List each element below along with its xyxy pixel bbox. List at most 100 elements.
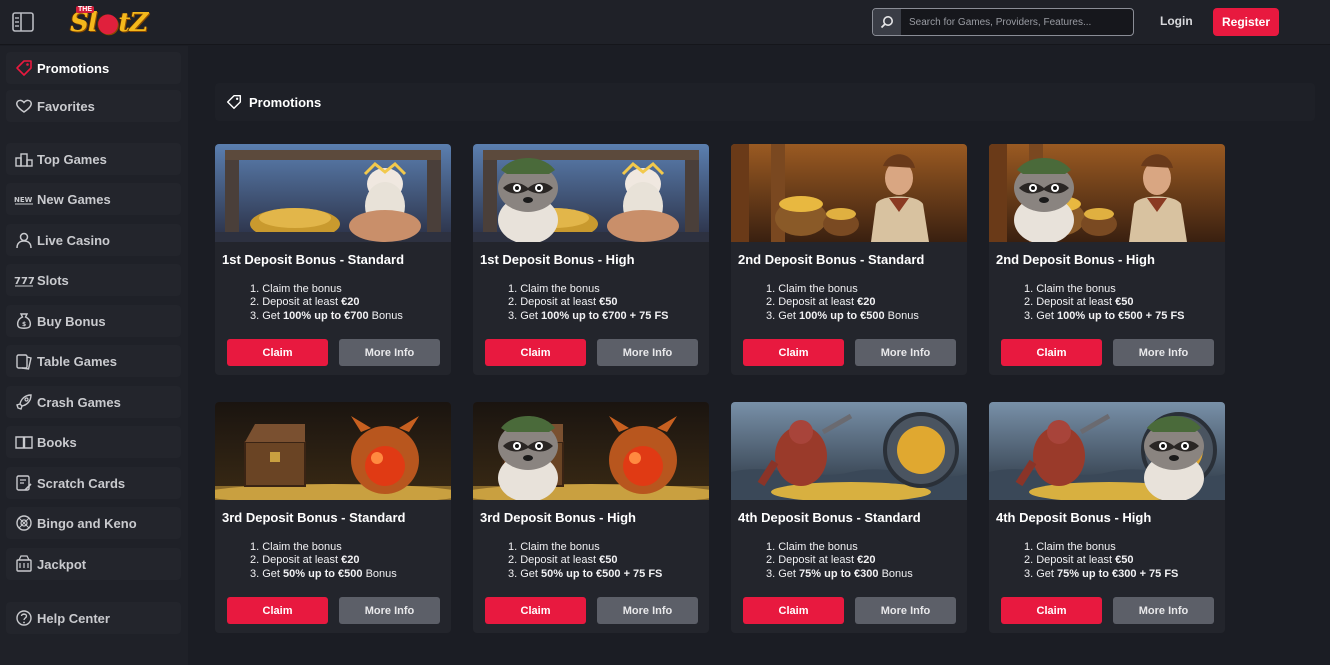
promotion-title: 4th Deposit Bonus - Standard: [738, 510, 921, 525]
more-info-button[interactable]: More Info: [597, 597, 698, 624]
promotion-steps: 1. Claim the bonus 2. Deposit at least €5…: [1024, 541, 1178, 581]
more-info-button[interactable]: More Info: [1113, 339, 1214, 366]
promotion-card: 4th Deposit Bonus - Standard 1. Claim the…: [731, 402, 967, 633]
tag-icon: [16, 60, 32, 76]
promotion-card: 4th Deposit Bonus - High 1. Claim the bon…: [989, 402, 1225, 633]
sidebar-item-top-games[interactable]: Top Games: [6, 143, 181, 175]
sidebar-item-bingo-and-keno[interactable]: Bingo and Keno: [6, 507, 181, 539]
promotion-image[interactable]: [473, 144, 709, 242]
sidebar-item-label: Help Center: [37, 610, 110, 626]
sidebar-item-label: Promotions: [37, 60, 110, 76]
sidebar-item-promotions[interactable]: Promotions: [6, 52, 181, 84]
promotion-image[interactable]: [215, 144, 451, 242]
step-deposit: 2. Deposit at least €50: [508, 296, 618, 309]
step-claim: 1. Claim the bonus: [1024, 541, 1116, 553]
sidebar-item-label: Table Games: [37, 353, 117, 369]
sidebar-item-help-center[interactable]: Help Center: [6, 602, 181, 634]
promotion-card: 2nd Deposit Bonus - High 1. Claim the bon…: [989, 144, 1225, 375]
step-claim: 1. Claim the bonus: [250, 541, 342, 553]
more-info-button[interactable]: More Info: [1113, 597, 1214, 624]
claim-button[interactable]: Claim: [485, 597, 586, 624]
sidebar-toggle-icon[interactable]: [12, 12, 34, 32]
step-claim: 1. Claim the bonus: [766, 283, 858, 295]
step-claim: 1. Claim the bonus: [766, 541, 858, 553]
claim-button[interactable]: Claim: [743, 339, 844, 366]
sidebar-item-scratch-cards[interactable]: Scratch Cards: [6, 467, 181, 499]
more-info-button[interactable]: More Info: [339, 339, 440, 366]
main-content: Promotions 1st Deposit Bonus - Standard 1…: [188, 46, 1330, 665]
step-offer: 3. Get 50% up to €500 Bonus: [250, 567, 397, 580]
sidebar-item-label: Bingo and Keno: [37, 515, 137, 531]
step-offer: 3. Get 100% up to €700 Bonus: [250, 309, 403, 322]
promotion-steps: 1. Claim the bonus 2. Deposit at least €2…: [250, 283, 403, 323]
sidebar-item-books[interactable]: Books: [6, 426, 181, 458]
sidebar-item-slots[interactable]: 777 Slots: [6, 264, 181, 296]
cards-icon: [16, 354, 32, 370]
rocket-icon: [16, 394, 32, 410]
step-offer: 3. Get 100% up to €500 Bonus: [766, 309, 919, 322]
step-offer: 3. Get 75% up to €300 Bonus: [766, 567, 913, 580]
money-bag-icon: $: [16, 313, 32, 329]
promotion-image[interactable]: [731, 144, 967, 242]
promotion-card: 3rd Deposit Bonus - Standard 1. Claim the…: [215, 402, 451, 633]
step-deposit: 2. Deposit at least €20: [766, 296, 876, 309]
login-button[interactable]: Login: [1160, 14, 1193, 28]
promotion-title: 3rd Deposit Bonus - High: [480, 510, 636, 525]
claim-button[interactable]: Claim: [1001, 339, 1102, 366]
sidebar-item-label: Slots: [37, 272, 69, 288]
promotion-steps: 1. Claim the bonus 2. Deposit at least €2…: [250, 541, 397, 581]
sidebar-item-label: Crash Games: [37, 394, 121, 410]
sidebar-item-live-casino[interactable]: Live Casino: [6, 224, 181, 256]
register-button[interactable]: Register: [1213, 8, 1279, 36]
person-icon: [16, 232, 32, 249]
step-offer: 3. Get 100% up to €500 + 75 FS: [1024, 309, 1185, 322]
claim-button[interactable]: Claim: [485, 339, 586, 366]
promotion-steps: 1. Claim the bonus 2. Deposit at least €5…: [1024, 283, 1185, 323]
claim-button[interactable]: Claim: [227, 597, 328, 624]
jackpot-icon: [16, 555, 32, 572]
page-title-text: Promotions: [249, 94, 322, 110]
claim-button[interactable]: Claim: [743, 597, 844, 624]
promotion-image[interactable]: [989, 144, 1225, 242]
step-claim: 1. Claim the bonus: [508, 283, 600, 295]
promotion-steps: 1. Claim the bonus 2. Deposit at least €2…: [766, 541, 913, 581]
sidebar-item-new-games[interactable]: NEW New Games: [6, 183, 181, 215]
step-deposit: 2. Deposit at least €50: [1024, 296, 1134, 309]
page-title: Promotions: [215, 83, 1315, 121]
step-offer: 3. Get 100% up to €700 + 75 FS: [508, 309, 669, 322]
promotion-steps: 1. Claim the bonus 2. Deposit at least €5…: [508, 541, 662, 581]
promotion-image[interactable]: [989, 402, 1225, 500]
promotion-image[interactable]: [473, 402, 709, 500]
sidebar-item-label: Favorites: [37, 98, 95, 114]
more-info-button[interactable]: More Info: [597, 339, 698, 366]
svg-text:777: 777: [14, 276, 34, 287]
sidebar-item-label: Live Casino: [37, 232, 110, 248]
more-info-button[interactable]: More Info: [339, 597, 440, 624]
sidebar-item-label: Scratch Cards: [37, 475, 126, 491]
scratch-card-icon: [16, 475, 32, 491]
sidebar-item-crash-games[interactable]: Crash Games: [6, 386, 181, 418]
more-info-button[interactable]: More Info: [855, 339, 956, 366]
search-input[interactable]: [901, 9, 1133, 35]
sidebar-item-label: Top Games: [37, 151, 107, 167]
claim-button[interactable]: Claim: [1001, 597, 1102, 624]
heart-icon: [16, 99, 32, 113]
logo-the: THE: [76, 6, 94, 13]
step-claim: 1. Claim the bonus: [1024, 283, 1116, 295]
promotion-title: 1st Deposit Bonus - Standard: [222, 252, 405, 267]
sidebar-item-jackpot[interactable]: Jackpot: [6, 548, 181, 580]
sidebar-item-buy-bonus[interactable]: $ Buy Bonus: [6, 305, 181, 337]
slots-icon: 777: [14, 276, 34, 287]
claim-button[interactable]: Claim: [227, 339, 328, 366]
sidebar: Promotions Favorites Top Games NEW New G…: [0, 46, 188, 665]
sidebar-item-table-games[interactable]: Table Games: [6, 345, 181, 377]
svg-text:NEW: NEW: [14, 196, 33, 204]
site-logo[interactable]: THE Sl●tZ: [70, 4, 148, 40]
tag-icon: [226, 94, 242, 110]
sidebar-item-favorites[interactable]: Favorites: [6, 90, 181, 122]
promotion-image[interactable]: [215, 402, 451, 500]
promotion-image[interactable]: [731, 402, 967, 500]
more-info-button[interactable]: More Info: [855, 597, 956, 624]
step-deposit: 2. Deposit at least €20: [766, 554, 876, 567]
search-button[interactable]: [873, 9, 901, 35]
